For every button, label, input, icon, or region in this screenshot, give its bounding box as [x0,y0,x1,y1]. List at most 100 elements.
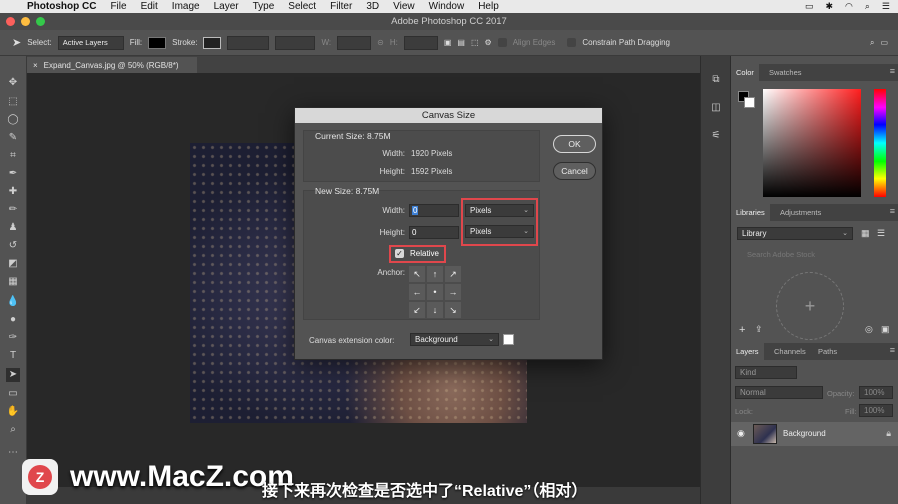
tab-channels[interactable]: Channels [769,343,811,360]
align-edges-checkbox[interactable] [497,38,507,47]
width-unit-dropdown[interactable]: Pixels ⌄ [465,204,534,217]
hand-tool-icon[interactable]: ✋ [6,405,20,419]
cancel-button[interactable]: Cancel [553,162,596,180]
menu-type[interactable]: Type [246,1,282,12]
extension-color-swatch[interactable] [503,334,514,345]
eraser-tool-icon[interactable]: ◩ [6,257,20,271]
menu-3d[interactable]: 3D [359,1,386,12]
search-icon[interactable]: ⌕ [865,1,870,12]
tab-layers[interactable]: Layers [731,343,764,360]
panel-menu-icon[interactable]: ≡ [890,206,895,216]
tab-close-icon[interactable]: × [33,61,38,70]
blur-tool-icon[interactable]: 💧 [6,295,20,309]
anchor-w[interactable]: ← [409,284,425,300]
list-view-icon[interactable]: ☰ [877,228,885,239]
menu-layer[interactable]: Layer [207,1,246,12]
menu-select[interactable]: Select [281,1,323,12]
eyedropper-tool-icon[interactable]: ✒ [6,167,20,181]
adjust-icon[interactable]: ⚟ [709,130,723,144]
tab-paths[interactable]: Paths [813,343,842,360]
tab-libraries[interactable]: Libraries [731,204,770,221]
cc-icon[interactable]: ◎ [865,324,873,335]
path-select-tool-icon[interactable]: ➤ [6,368,20,382]
anchor-n[interactable]: ↑ [427,266,443,282]
upload-icon[interactable]: ⇪ [755,324,763,335]
h-field[interactable] [403,35,438,50]
stroke-type-dropdown[interactable] [275,35,316,50]
lasso-tool-icon[interactable]: ◯ [6,113,20,127]
panel-menu-icon[interactable]: ≡ [890,66,895,76]
grid-view-icon[interactable]: ▦ [861,228,870,239]
history-brush-icon[interactable]: ↺ [6,239,20,253]
dodge-tool-icon[interactable]: ● [6,313,20,327]
color-picker-field[interactable] [763,89,861,197]
menu-image[interactable]: Image [165,1,207,12]
properties-icon[interactable]: ◫ [709,102,723,116]
gradient-tool-icon[interactable]: ▦ [6,275,20,289]
menu-help[interactable]: Help [471,1,506,12]
link-icon[interactable]: ⊝ [377,38,384,47]
constrain-checkbox[interactable] [567,38,577,47]
ok-button[interactable]: OK [553,135,596,153]
path-arrange-icon[interactable]: ⬚ [471,38,479,47]
brush-tool-icon[interactable]: ✏ [6,203,20,217]
anchor-s[interactable]: ↓ [427,302,443,318]
background-color-swatch[interactable] [744,97,755,108]
zoom-tool-icon[interactable]: ⌕ [6,423,20,437]
document-tab[interactable]: × Expand_Canvas.jpg @ 50% (RGB/8*) [27,57,197,73]
crop-tool-icon[interactable]: ⌗ [6,149,20,163]
search-icon[interactable]: ⌕ [870,38,874,48]
hue-slider[interactable] [874,89,886,197]
bluetooth-icon[interactable]: ✱ [825,1,833,12]
anchor-se[interactable]: ↘ [445,302,461,318]
menu-filter[interactable]: Filter [323,1,359,12]
width-input[interactable]: 0 [409,204,459,217]
relative-checkbox[interactable]: ✓ [395,249,404,258]
path-ops-icon[interactable]: ▣ [444,38,452,47]
stamp-tool-icon[interactable]: ♟ [6,221,20,235]
library-select[interactable]: Library ⌄ [737,227,853,240]
path-align-icon[interactable]: ▤ [457,38,465,47]
add-content-icon[interactable]: + [776,272,844,340]
menu-app-name[interactable]: Photoshop CC [20,1,103,12]
anchor-e[interactable]: → [445,284,461,300]
quick-select-tool-icon[interactable]: ✎ [6,131,20,145]
anchor-nw[interactable]: ↖ [409,266,425,282]
shape-tool-icon[interactable]: ▭ [6,387,20,401]
layer-kind-filter[interactable]: Kind [735,366,797,379]
stock-icon[interactable]: ▣ [881,324,890,335]
wifi-icon[interactable]: ◠ [845,1,853,12]
opacity-field[interactable]: 100% [859,386,893,399]
library-search-input[interactable]: Search Adobe Stock [747,250,815,259]
marquee-tool-icon[interactable]: ⬚ [6,95,20,109]
panel-menu-icon[interactable]: ≡ [890,345,895,355]
fill-swatch[interactable] [148,36,167,49]
w-field[interactable] [337,35,372,50]
add-icon[interactable]: + [739,324,745,336]
menu-view[interactable]: View [386,1,422,12]
move-tool-icon[interactable]: ✥ [6,76,20,90]
display-icon[interactable]: ▭ [805,1,814,12]
eye-icon[interactable]: ◉ [737,428,745,439]
pen-tool-icon[interactable]: ✑ [6,331,20,345]
healing-tool-icon[interactable]: ✚ [6,185,20,199]
history-icon[interactable]: ⧉ [709,74,723,88]
anchor-sw[interactable]: ↙ [409,302,425,318]
tab-color[interactable]: Color [731,64,759,81]
extension-color-dropdown[interactable]: Background ⌄ [410,333,499,346]
stroke-width-field[interactable] [227,35,270,50]
height-unit-dropdown[interactable]: Pixels ⌄ [465,225,534,238]
fill-field[interactable]: 100% [859,404,893,417]
anchor-center[interactable]: • [427,284,443,300]
select-dropdown[interactable]: Active Layers [57,35,124,50]
menu-window[interactable]: Window [422,1,472,12]
layer-row[interactable]: ◉ Background 🔒︎ [731,422,898,446]
type-tool-icon[interactable]: T [6,349,20,363]
stroke-swatch[interactable] [203,36,222,49]
menu-edit[interactable]: Edit [134,1,165,12]
move-arrow-icon[interactable]: ➤ [12,36,21,49]
gear-icon[interactable]: ⚙ [485,38,492,47]
blend-mode-dropdown[interactable]: Normal [735,386,823,399]
height-input[interactable]: 0 [409,226,459,239]
menu-file[interactable]: File [103,1,133,12]
